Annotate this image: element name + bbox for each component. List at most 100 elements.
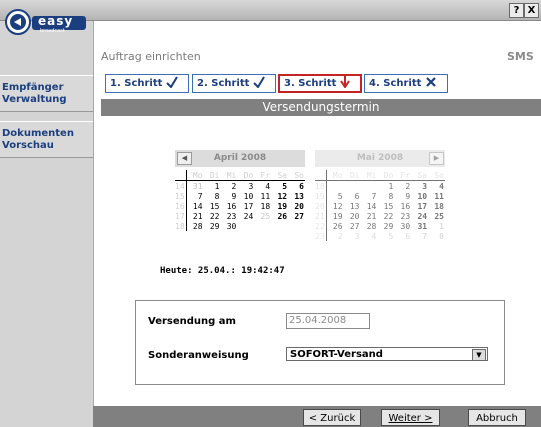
calendar-day[interactable]: 29	[204, 221, 221, 231]
calendar-day[interactable]: 14	[186, 201, 203, 211]
calendar-day[interactable]: 20	[344, 211, 361, 221]
calendar-day[interactable]: 1	[428, 221, 445, 231]
calendar-day[interactable]: 14	[360, 201, 377, 211]
calendar-day[interactable]: 16	[394, 201, 411, 211]
calendar-day[interactable]: 21	[360, 211, 377, 221]
calendar-day[interactable]: 4	[360, 231, 377, 241]
calendar-day[interactable]: 13	[344, 201, 361, 211]
calendar-day[interactable]: 8	[428, 231, 445, 241]
calendar-day[interactable]: 25	[428, 211, 445, 221]
calendar-day[interactable]: 23	[394, 211, 411, 221]
calendar-day[interactable]: 24	[411, 211, 428, 221]
calendar-day[interactable]: 3	[344, 231, 361, 241]
calendar-day[interactable]: 13	[288, 191, 305, 201]
calendar-day[interactable]: 1	[377, 181, 394, 192]
calendar-day[interactable]: 22	[377, 211, 394, 221]
week-number: 18	[175, 221, 187, 231]
sidebar-item-empfaenger[interactable]: Empfänger Verwaltung	[0, 75, 93, 112]
calendar-day[interactable]: 6	[394, 231, 411, 241]
weekday-header: Di	[203, 170, 221, 181]
calendar-grid: Mo Di Mi Do Fr Sa So 18 1 2 3 4 19 5 6 7 8 9 10 11 20 12 13 14 1…	[315, 170, 445, 241]
calendar-day	[271, 221, 288, 231]
prev-month-button[interactable]: ◀	[177, 152, 192, 165]
calendar-day[interactable]: 20	[288, 201, 305, 211]
calendar-day[interactable]: 18	[428, 201, 445, 211]
next-month-button[interactable]: ▶	[429, 152, 444, 165]
calendar-day[interactable]: 19	[271, 201, 288, 211]
calendar-day[interactable]: 29	[377, 221, 394, 231]
calendar-day[interactable]: 8	[377, 191, 394, 201]
calendar-day[interactable]: 30	[394, 221, 411, 231]
step-4[interactable]: 4. Schritt	[364, 74, 448, 93]
calendar-day[interactable]: 5	[271, 181, 288, 192]
step-1[interactable]: 1. Schritt	[105, 74, 189, 93]
calendar-day[interactable]: 17	[411, 201, 428, 211]
calendar-day[interactable]: 7	[411, 231, 428, 241]
calendar-day	[344, 181, 361, 192]
calendar-day[interactable]: 12	[271, 191, 288, 201]
calendar-day[interactable]: 6	[288, 181, 305, 192]
calendar-day[interactable]: 23	[220, 211, 237, 221]
calendar-day[interactable]: 7	[186, 191, 203, 201]
send-date-field[interactable]: 25.04.2008	[286, 313, 370, 329]
calendar-day[interactable]: 22	[204, 211, 221, 221]
next-button[interactable]: Weiter >	[381, 409, 440, 426]
calendar-day[interactable]: 12	[326, 201, 343, 211]
help-button[interactable]: ?	[509, 3, 524, 18]
week-number: 23	[315, 231, 327, 241]
help-icon: ?	[513, 5, 520, 16]
calendar-day[interactable]: 30	[220, 221, 237, 231]
weekday-header: Do	[377, 170, 395, 181]
back-button[interactable]: < Zurück	[303, 409, 361, 426]
calendar-day[interactable]: 2	[394, 181, 411, 192]
calendar-day[interactable]: 26	[326, 221, 343, 231]
calendar-day[interactable]: 19	[326, 211, 343, 221]
calendar-day[interactable]: 24	[237, 211, 254, 221]
calendar-day[interactable]: 31	[411, 221, 428, 231]
calendar-day[interactable]: 11	[254, 191, 271, 201]
calendar-day[interactable]: 9	[394, 191, 411, 201]
calendar-day[interactable]: 4	[254, 181, 271, 192]
calendar-day[interactable]: 28	[360, 221, 377, 231]
calendar-day[interactable]: 27	[288, 211, 305, 221]
calendar-day[interactable]: 31	[186, 181, 203, 192]
calendar-day[interactable]: 10	[237, 191, 254, 201]
calendar-day[interactable]: 28	[186, 221, 203, 231]
calendar-day[interactable]: 2	[326, 231, 343, 241]
calendar-grid: Mo Di Mi Do Fr Sa So 14 31 1 2 3 4 5 6 15 7 8 9 10 11 12 13 16 1…	[175, 170, 305, 231]
calendar-day[interactable]: 8	[204, 191, 221, 201]
calendar-day[interactable]: 27	[344, 221, 361, 231]
calendar-day[interactable]: 3	[411, 181, 428, 192]
step-3[interactable]: 3. Schritt	[278, 74, 362, 93]
calendar-day[interactable]: 9	[220, 191, 237, 201]
instruction-select[interactable]: SOFORT-Versand	[286, 347, 488, 361]
step-2[interactable]: 2. Schritt	[192, 74, 276, 93]
step-label: 3. Schritt	[284, 78, 337, 89]
close-button[interactable]: X	[524, 3, 539, 18]
calendar-day[interactable]: 11	[428, 191, 445, 201]
select-arrow-button[interactable]: ▼	[472, 349, 486, 361]
calendar-day[interactable]: 16	[220, 201, 237, 211]
cancel-button[interactable]: Abbruch	[468, 409, 526, 426]
calendar-day[interactable]: 5	[326, 191, 343, 201]
calendar-day[interactable]: 5	[377, 231, 394, 241]
calendar-day[interactable]: 4	[428, 181, 445, 192]
calendar-day[interactable]: 17	[237, 201, 254, 211]
arrow-left-icon: ◀	[181, 154, 188, 162]
calendar-day[interactable]: 1	[204, 181, 221, 192]
calendar-day[interactable]: 2	[220, 181, 237, 192]
calendar-day	[237, 221, 254, 231]
calendar-day[interactable]: 10	[411, 191, 428, 201]
calendar-day[interactable]: 3	[237, 181, 254, 192]
calendar-day	[326, 181, 343, 192]
calendar-day[interactable]: 15	[377, 201, 394, 211]
calendar-day[interactable]: 15	[204, 201, 221, 211]
sidebar-item-dokumente[interactable]: Dokumenten Vorschau	[0, 121, 93, 158]
calendar-header: April 2008 ◀	[175, 150, 305, 167]
calendar-day[interactable]: 26	[271, 211, 288, 221]
calendar-day[interactable]: 25	[254, 211, 271, 221]
calendar-day[interactable]: 6	[344, 191, 361, 201]
calendar-day[interactable]: 21	[186, 211, 203, 221]
calendar-day[interactable]: 7	[360, 191, 377, 201]
calendar-day[interactable]: 18	[254, 201, 271, 211]
